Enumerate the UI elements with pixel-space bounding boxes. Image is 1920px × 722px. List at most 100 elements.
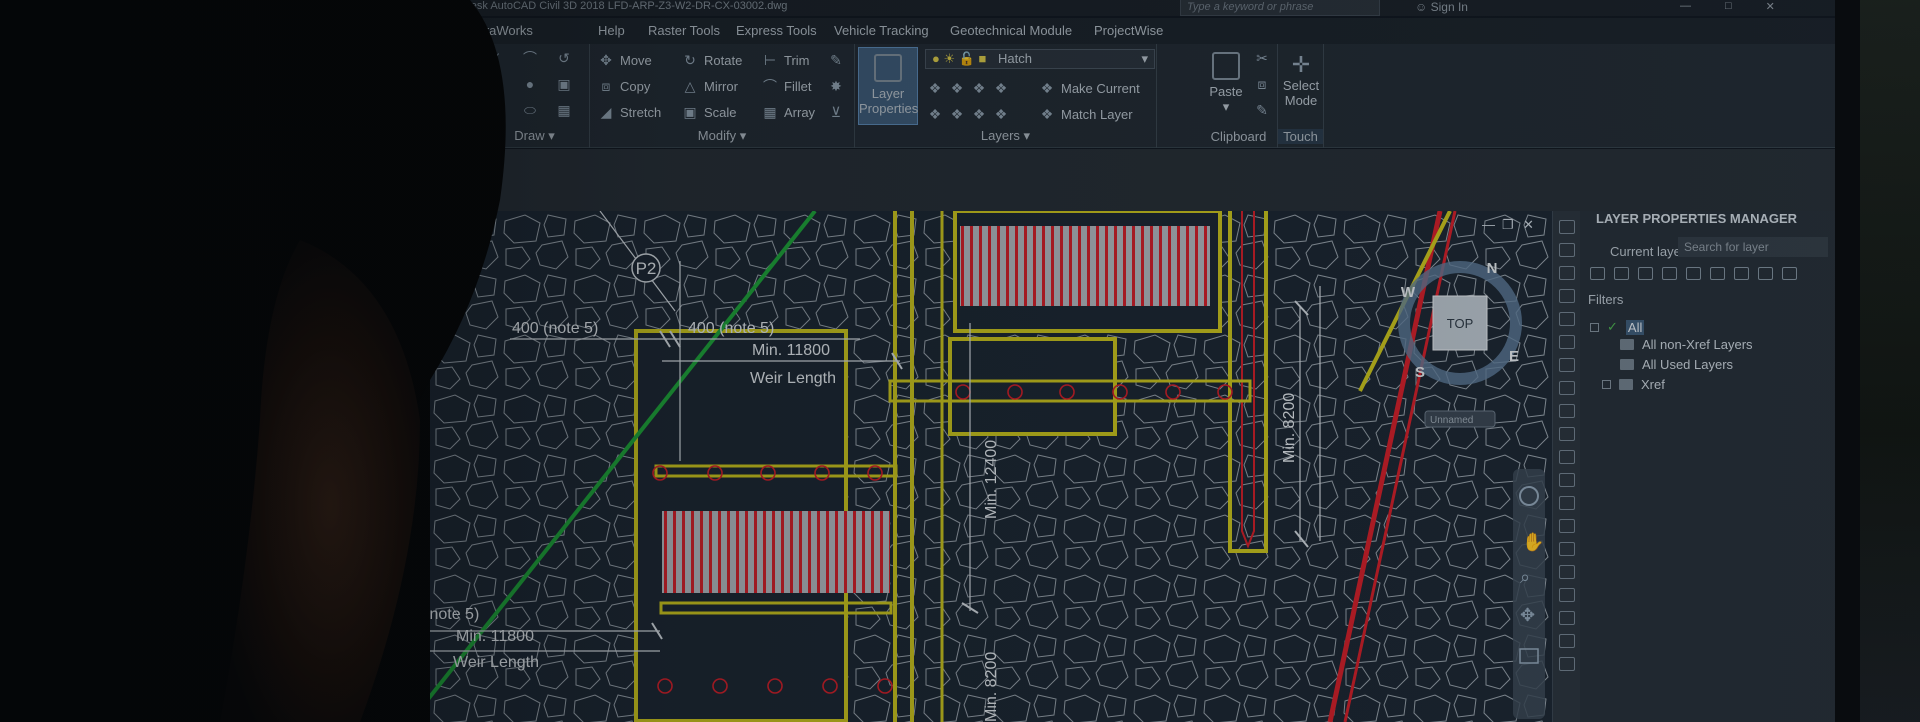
viewport-restore-icon[interactable]: ❐ [1502,217,1514,233]
match-layer-button[interactable]: ❖ Match Layer [1039,106,1133,122]
line-icon[interactable]: ⁄ [488,50,504,66]
match-properties-icon[interactable]: ✎ [1254,102,1270,118]
erase-icon[interactable]: ✎ [828,52,844,68]
tool-icon[interactable] [1558,266,1575,280]
trim-tool[interactable]: ⊢ Trim [762,52,810,68]
close-icon[interactable]: ✕ [1766,0,1775,13]
fillet-tool[interactable]: ⌒ Fillet [762,78,811,94]
menu-vehicle-tracking[interactable]: Vehicle Tracking [834,23,929,38]
layer-dropdown[interactable]: Hatch ▾ ● ☀ 🔓 ■ [925,49,1155,69]
layer-manager-toolbar [1590,267,1797,280]
delete-layer-icon[interactable] [1686,267,1701,280]
tree-item-xref[interactable]: Xref [1602,377,1665,392]
mirror-tool[interactable]: △ Mirror [682,78,738,94]
explode-icon[interactable]: ✸ [828,78,844,94]
middle-box-outline [948,337,1117,436]
tool-icon[interactable] [1558,381,1575,395]
tool-icon[interactable] [1558,427,1575,441]
menu-help[interactable]: Help [598,23,625,38]
spline-icon[interactable]: ∽ [488,102,504,118]
tree-item-non-xref[interactable]: All non-Xref Layers [1620,337,1753,352]
ellipse-icon[interactable]: ⬭ [522,102,538,118]
layer-tool-icons-row2[interactable]: ❖ ❖ ❖ ❖ [927,106,1009,122]
match-layer-icon: ❖ [1040,106,1054,122]
clipboard-panel-label: Clipboard [1210,129,1267,144]
layer-state-icons: ● ☀ 🔓 ■ [932,51,987,66]
modify-panel-label[interactable]: Modify ▾ [590,128,854,144]
tree-item-used-layers[interactable]: All Used Layers [1620,357,1733,372]
filter-folder-icon [1619,379,1633,390]
tool-icon[interactable] [1558,473,1575,487]
tree-item-label: All Used Layers [1642,357,1734,372]
menu-express-tools[interactable]: Express Tools [736,23,817,38]
tree-item-all[interactable]: ✓ All [1590,319,1645,335]
rectangle-icon[interactable]: ▣ [556,76,572,92]
viewport-minimize-icon[interactable]: — [1482,217,1495,232]
menu-projectwise[interactable]: ProjectWise [1094,23,1163,38]
viewport-close-icon[interactable]: ✕ [1523,217,1534,233]
settings-icon[interactable] [1758,267,1773,280]
drawing-canvas[interactable]: P2 400 (note 5) 400 (note 5) Min. 11800 … [430,211,1552,722]
construction-line-icon[interactable]: ⋰ [488,76,504,92]
window-controls: — □ ✕ [1680,0,1775,13]
set-current-icon[interactable] [1710,267,1725,280]
move-icon: ✥ [600,52,612,68]
menu-geotechnical-module[interactable]: Geotechnical Module [950,23,1072,38]
new-group-filter-icon[interactable] [1614,267,1629,280]
new-property-filter-icon[interactable] [1590,267,1605,280]
move-tool[interactable]: ✥ Move [598,52,652,68]
layer-properties-button[interactable]: Layer Properties [858,47,918,125]
make-current-button[interactable]: ❖ Make Current [1039,80,1140,96]
polyline-icon[interactable]: ↺ [556,50,572,66]
circle-icon[interactable]: ● [522,76,538,92]
tool-icon[interactable] [1558,335,1575,349]
maximize-icon[interactable]: □ [1725,0,1732,13]
tool-icon[interactable] [1558,358,1575,372]
rotate-tool[interactable]: ↻ Rotate [682,52,742,68]
zoom-icon: ⌕ [1520,567,1530,587]
help-search-input[interactable]: Type a keyword or phrase [1180,0,1380,16]
tool-icon[interactable] [1558,657,1575,671]
cut-icon[interactable]: ✂ [1254,50,1270,66]
tool-icon[interactable] [1558,519,1575,533]
tool-icon[interactable] [1558,588,1575,602]
new-vp-frozen-icon[interactable] [1782,267,1797,280]
tool-icon[interactable] [1558,496,1575,510]
select-mode-button[interactable]: ✛ Select Mode [1280,52,1322,108]
menu-infraworks[interactable]: odesk InfraWorks [432,23,533,38]
tool-icon[interactable] [1558,243,1575,257]
stretch-tool[interactable]: ◢ Stretch [598,104,662,120]
viewcube-top-label: TOP [1447,316,1474,331]
weir-length-label-1: Weir Length [750,370,836,387]
tool-icon[interactable] [1558,542,1575,556]
tool-icon[interactable] [1558,312,1575,326]
layer-properties-manager: LAYER PROPERTIES MANAGER Current layer S… [1580,211,1835,722]
offset-icon[interactable]: ⊻ [828,104,844,120]
new-layer-icon[interactable] [1662,267,1677,280]
layers-panel-label[interactable]: Layers ▾ [855,128,1156,144]
refresh-icon[interactable] [1734,267,1749,280]
hatch-icon[interactable]: ▦ [556,102,572,118]
tool-icon[interactable] [1558,289,1575,303]
sign-in-button[interactable]: ☺ Sign In [1415,0,1468,14]
layer-search-input[interactable]: Search for layer [1678,237,1828,257]
tool-icon[interactable] [1558,565,1575,579]
tool-icon[interactable] [1558,404,1575,418]
arc-icon[interactable]: ⌒ [522,50,538,66]
array-tool[interactable]: ▦ Array [762,104,815,120]
layer-states-icon[interactable] [1638,267,1653,280]
copy-clip-icon[interactable]: ⧈ [1254,76,1270,92]
scale-tool[interactable]: ▣ Scale [682,104,736,120]
layer-tool-icons-row1[interactable]: ❖ ❖ ❖ ❖ [927,80,1009,96]
ribbon: iews ⁄ ⌒ ↺ ⋰ ● ▣ ∽ ⬭ ▦ Draw ▾ ✥ Move ↻ Rot… [430,44,1835,148]
tool-icon[interactable] [1558,220,1575,234]
draw-panel-label[interactable]: Draw ▾ [480,128,589,144]
layer-stack-icon [874,54,902,82]
tool-icon[interactable] [1558,450,1575,464]
tool-icon[interactable] [1558,634,1575,648]
menu-raster-tools[interactable]: Raster Tools [648,23,720,38]
minimize-icon[interactable]: — [1680,0,1691,13]
tool-icon[interactable] [1558,611,1575,625]
copy-tool[interactable]: ⧈ Copy [598,78,651,94]
paste-button[interactable]: Paste ▾ [1204,52,1248,114]
